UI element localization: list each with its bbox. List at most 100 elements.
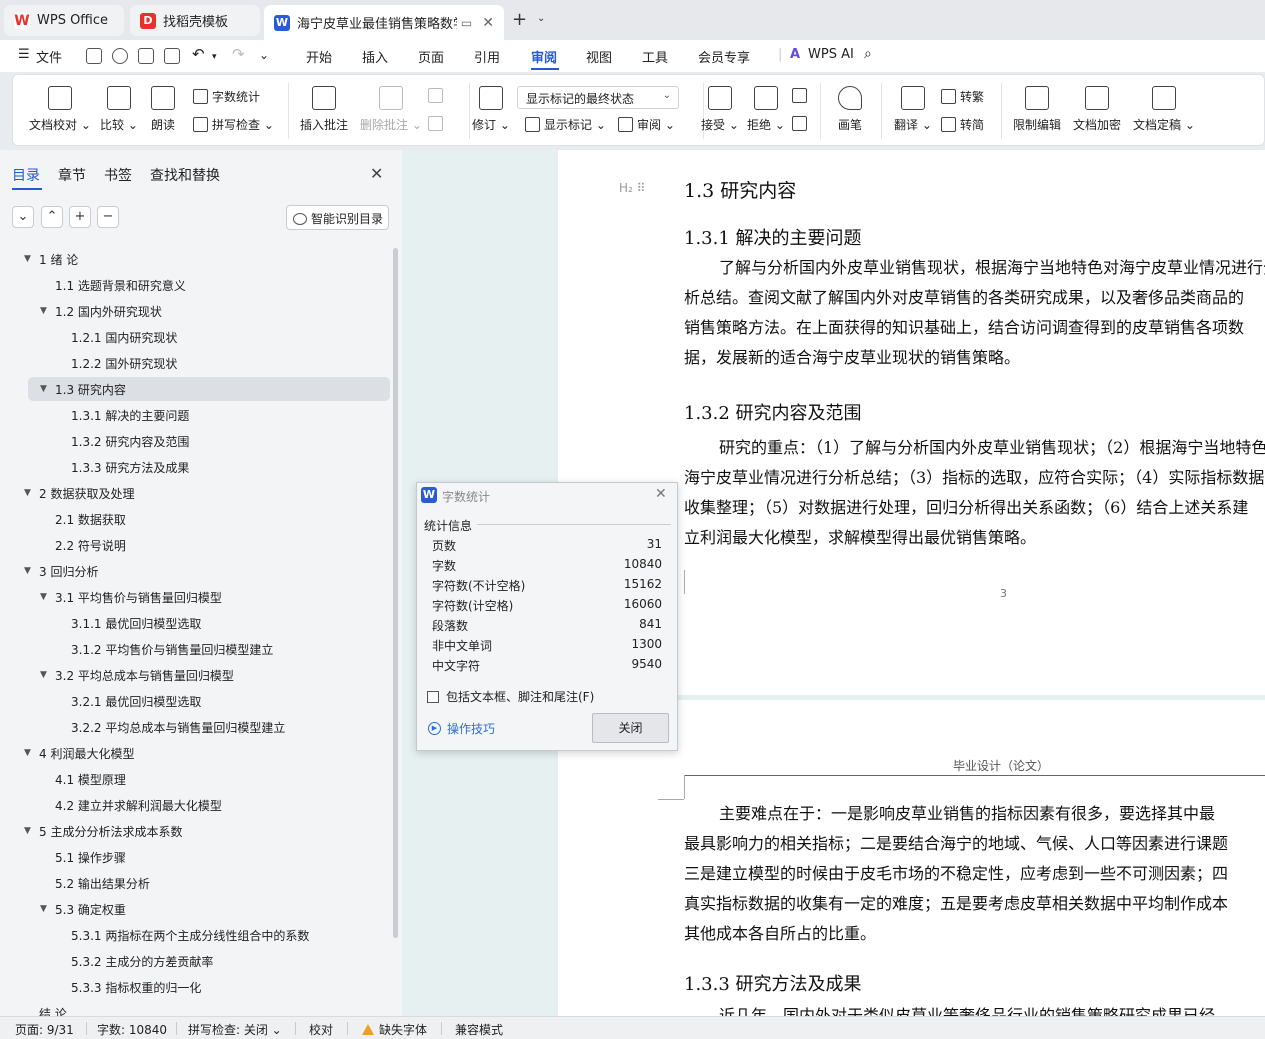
remove-icon[interactable]: − bbox=[97, 206, 119, 228]
close-tab-icon[interactable]: ✕ bbox=[482, 15, 494, 31]
toc-item[interactable]: 1.3.3 研究方法及成果 bbox=[71, 455, 189, 479]
to-traditional-button[interactable]: 转繁 bbox=[941, 88, 984, 105]
menu-wps-ai[interactable]: WPS AI bbox=[808, 47, 854, 62]
chevron-down-icon[interactable]: ⌄ bbox=[537, 13, 545, 24]
menu-insert[interactable]: 插入 bbox=[362, 47, 388, 66]
toc-item[interactable]: ▼ 2 数据获取及处理 bbox=[24, 481, 134, 505]
compare-button[interactable]: 比较 ⌄ bbox=[100, 86, 138, 133]
read-aloud-button[interactable]: 朗读 bbox=[151, 86, 175, 133]
undo-icon[interactable]: ↶ bbox=[192, 45, 205, 63]
toc-item[interactable]: 结 论 bbox=[39, 1001, 67, 1017]
show-markup-button[interactable]: 显示标记 ⌄ bbox=[525, 116, 606, 133]
translate-button[interactable]: 翻译 ⌄ bbox=[894, 86, 932, 133]
expand-caret-icon[interactable]: ▼ bbox=[40, 384, 52, 394]
toc-item[interactable]: 3.2.1 最优回归模型选取 bbox=[71, 689, 201, 713]
spell-check-status[interactable]: 拼写检查: 关闭 ⌄ bbox=[188, 1021, 282, 1038]
revise-button[interactable]: 修订 ⌄ bbox=[472, 86, 510, 133]
toc-item[interactable]: ▼ 3 回归分析 bbox=[24, 559, 98, 583]
toc-item[interactable]: ▼ 1.3 研究内容 bbox=[40, 377, 126, 401]
collapse-up-icon[interactable]: ⌃ bbox=[41, 206, 63, 228]
expand-caret-icon[interactable]: ▼ bbox=[24, 566, 36, 576]
toc-item[interactable]: 3.1.2 平均售价与销售量回归模型建立 bbox=[71, 637, 273, 661]
tab-document[interactable]: W 海宁皮草业最佳销售策略数学 ▭ ✕ bbox=[264, 5, 504, 40]
scrollbar[interactable] bbox=[393, 248, 398, 938]
insert-comment-button[interactable]: 插入批注 bbox=[300, 86, 348, 133]
pen-button[interactable]: 画笔 bbox=[838, 86, 862, 133]
redo-icon[interactable]: ↷ bbox=[232, 45, 245, 63]
next-change-button[interactable] bbox=[792, 116, 811, 131]
toc-item[interactable]: 4.1 模型原理 bbox=[55, 767, 126, 791]
page-indicator[interactable]: 页面: 9/31 bbox=[15, 1021, 74, 1038]
search-icon[interactable]: ⌕ bbox=[864, 46, 872, 62]
toc-item[interactable]: 5.1 操作步骤 bbox=[55, 845, 126, 869]
word-count-button[interactable]: 字数统计 bbox=[193, 88, 260, 105]
close-icon[interactable]: ✕ bbox=[370, 164, 383, 183]
expand-caret-icon[interactable]: ▼ bbox=[40, 904, 52, 914]
prev-change-button[interactable] bbox=[792, 88, 811, 103]
expand-caret-icon[interactable]: ▼ bbox=[40, 306, 52, 316]
missing-font-status[interactable]: 缺失字体 bbox=[362, 1021, 427, 1038]
export-icon[interactable] bbox=[112, 48, 128, 64]
print-preview-icon[interactable] bbox=[164, 48, 180, 64]
accept-button[interactable]: 接受 ⌄ bbox=[701, 86, 739, 133]
menu-member[interactable]: 会员专享 bbox=[698, 47, 750, 66]
tab-bookmarks[interactable]: 书签 bbox=[104, 165, 132, 185]
toc-item[interactable]: 5.3.3 指标权重的归一化 bbox=[71, 975, 201, 999]
toc-item[interactable]: 1.1 选题背景和研究意义 bbox=[55, 273, 186, 297]
expand-caret-icon[interactable]: ▼ bbox=[24, 254, 36, 264]
checkbox[interactable] bbox=[427, 690, 439, 703]
expand-caret-icon[interactable]: ▼ bbox=[24, 748, 36, 758]
menu-page[interactable]: 页面 bbox=[418, 47, 444, 66]
dialog-title-bar[interactable]: W 字数统计 ✕ bbox=[417, 483, 677, 509]
smart-toc-button[interactable]: 智能识别目录 bbox=[286, 205, 389, 230]
to-simplified-button[interactable]: 转简 bbox=[941, 116, 984, 133]
add-icon[interactable]: + bbox=[69, 206, 91, 228]
toc-item[interactable]: 4.2 建立并求解利润最大化模型 bbox=[55, 793, 222, 817]
tab-wps-office[interactable]: W WPS Office bbox=[4, 5, 124, 36]
markup-state-select[interactable]: 显示标记的最终状态 ⌄ bbox=[517, 86, 679, 109]
menu-references[interactable]: 引用 bbox=[474, 47, 500, 66]
toc-item[interactable]: 5.3.2 主成分的方差贡献率 bbox=[71, 949, 213, 973]
close-button[interactable]: 关闭 bbox=[592, 713, 669, 743]
expand-caret-icon[interactable]: ▼ bbox=[40, 592, 52, 602]
word-count-status[interactable]: 字数: 10840 bbox=[97, 1021, 167, 1038]
expand-caret-icon[interactable]: ▼ bbox=[24, 826, 36, 836]
toc-item[interactable]: ▼ 1 绪 论 bbox=[24, 247, 78, 271]
restrict-edit-button[interactable]: 限制编辑 bbox=[1013, 86, 1061, 133]
toc-item[interactable]: 1.2.2 国外研究现状 bbox=[71, 351, 177, 375]
undo-dropdown-icon[interactable]: ▾ bbox=[212, 52, 217, 62]
toc-item[interactable]: 5.3.1 两指标在两个主成分线性组合中的系数 bbox=[71, 923, 309, 947]
menu-view[interactable]: 视图 bbox=[586, 47, 612, 66]
tab-find-replace[interactable]: 查找和替换 bbox=[150, 165, 220, 185]
include-textbox-checkbox[interactable]: 包括文本框、脚注和尾注(F) bbox=[427, 688, 594, 705]
toc-item[interactable]: 3.1.1 最优回归模型选取 bbox=[71, 611, 201, 635]
encrypt-button[interactable]: 文档加密 bbox=[1073, 86, 1121, 133]
toc-item[interactable]: 2.1 数据获取 bbox=[55, 507, 126, 531]
toc-item[interactable]: 1.3.1 解决的主要问题 bbox=[71, 403, 189, 427]
toc-item[interactable]: 1.3.2 研究内容及范围 bbox=[71, 429, 189, 453]
reject-button[interactable]: 拒绝 ⌄ bbox=[747, 86, 785, 133]
menu-tools[interactable]: 工具 bbox=[642, 47, 668, 66]
expand-caret-icon[interactable]: ▼ bbox=[24, 488, 36, 498]
finalize-button[interactable]: 文档定稿 ⌄ bbox=[1133, 86, 1195, 133]
proofread-status[interactable]: 校对 bbox=[309, 1021, 333, 1038]
save-icon[interactable] bbox=[86, 48, 102, 64]
toc-item[interactable]: 3.2.2 平均总成本与销售量回归模型建立 bbox=[71, 715, 285, 739]
toc-item[interactable]: ▼ 3.2 平均总成本与销售量回归模型 bbox=[40, 663, 234, 687]
close-icon[interactable]: ✕ bbox=[655, 486, 667, 502]
toc-item[interactable]: ▼ 1.2 国内外研究现状 bbox=[40, 299, 162, 323]
hamburger-icon[interactable]: ☰ bbox=[18, 47, 30, 62]
menu-review[interactable]: 审阅 bbox=[531, 47, 557, 66]
toc-item[interactable]: ▼ 5 主成分分析法求成本系数 bbox=[24, 819, 182, 843]
tab-toc[interactable]: 目录 bbox=[12, 165, 40, 185]
expand-caret-icon[interactable]: ▼ bbox=[40, 670, 52, 680]
doc-check-button[interactable]: 文档校对 ⌄ bbox=[29, 86, 91, 133]
tab-docer-templates[interactable]: D 找稻壳模板 bbox=[130, 5, 260, 36]
toc-item[interactable]: 1.2.1 国内研究现状 bbox=[71, 325, 177, 349]
print-icon[interactable] bbox=[138, 48, 154, 64]
next-comment-button[interactable] bbox=[428, 116, 447, 131]
prev-comment-button[interactable] bbox=[428, 88, 447, 103]
menu-file[interactable]: 文件 bbox=[36, 47, 62, 66]
spell-check-button[interactable]: 拼写检查 ⌄ bbox=[193, 116, 274, 133]
toc-item[interactable]: ▼ 4 利润最大化模型 bbox=[24, 741, 134, 765]
